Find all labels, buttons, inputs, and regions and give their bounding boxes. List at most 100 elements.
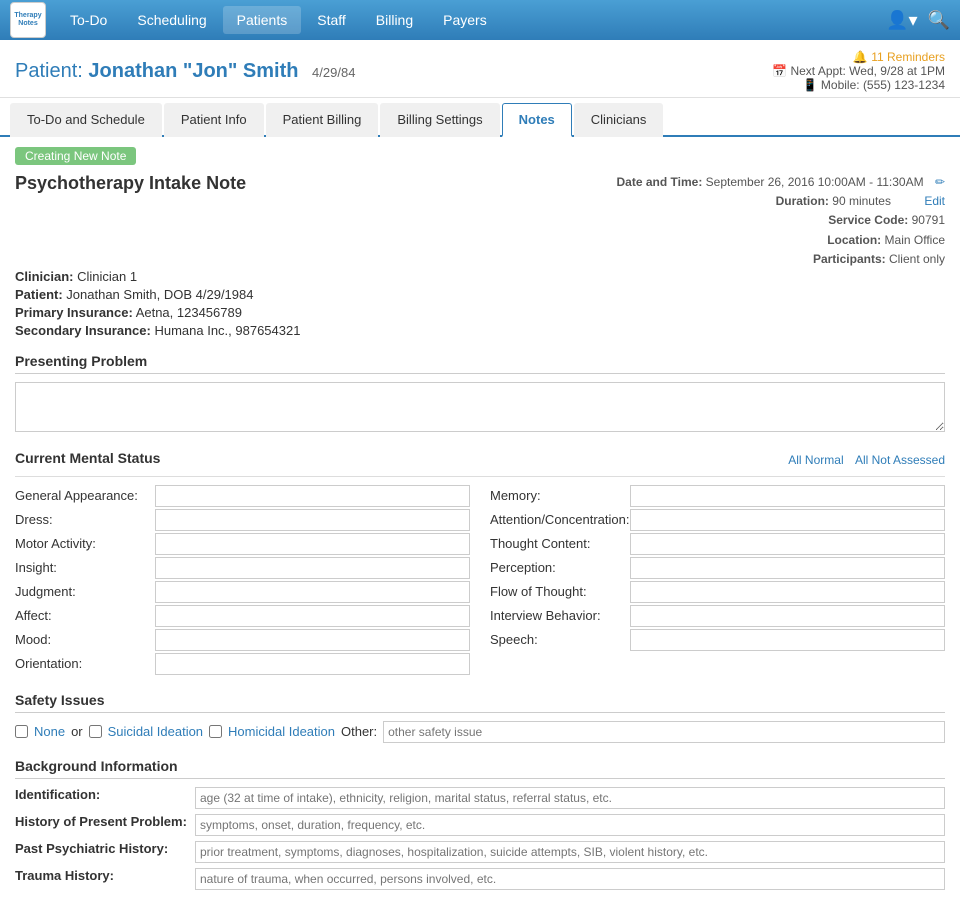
none-label[interactable]: None [34,724,65,739]
main-content: Creating New Note Psychotherapy Intake N… [0,137,960,905]
bg-trauma-input[interactable] [195,868,945,890]
ms-input-speech[interactable] [630,629,945,651]
location-label: Location: [827,233,881,247]
bg-identification-input[interactable] [195,787,945,809]
ms-label-dress: Dress: [15,512,155,527]
top-nav: TherapyNotes To-Do Scheduling Patients S… [0,0,960,40]
ms-row-memory: Memory: [490,485,945,507]
service-label: Service Code: [828,213,908,227]
tab-patient-info[interactable]: Patient Info [164,103,264,137]
bg-history-input[interactable] [195,814,945,836]
bg-psychiatric-label: Past Psychiatric History: [15,841,195,856]
tab-notes[interactable]: Notes [502,103,572,137]
calendar-icon: 📅 [772,64,787,78]
ms-input-mood[interactable] [155,629,470,651]
all-not-assessed-link[interactable]: All Not Assessed [855,453,945,467]
ms-input-insight[interactable] [155,557,470,579]
date-label: Date and Time: [617,175,703,189]
presenting-problem-input[interactable] [15,382,945,432]
homicidal-checkbox[interactable] [209,725,222,738]
ms-row-affect: Affect: [15,605,470,627]
ms-input-motor[interactable] [155,533,470,555]
nav-todo[interactable]: To-Do [56,6,121,34]
ms-label-judgment: Judgment: [15,584,155,599]
ms-input-attention[interactable] [630,509,945,531]
ms-input-flow[interactable] [630,581,945,603]
none-checkbox[interactable] [15,725,28,738]
nav-billing[interactable]: Billing [362,6,427,34]
ms-input-appearance[interactable] [155,485,470,507]
nav-payers[interactable]: Payers [429,6,501,34]
bell-icon: 🔔 [853,50,868,64]
safety-other-input[interactable] [383,721,945,743]
next-appt: 📅 Next Appt: Wed, 9/28 at 1PM [772,64,945,78]
tab-clinicians[interactable]: Clinicians [574,103,664,137]
mental-status-title: Current Mental Status [15,450,160,470]
bg-history-row: History of Present Problem: [15,814,945,836]
bg-history-label: History of Present Problem: [15,814,195,829]
ms-input-memory[interactable] [630,485,945,507]
ms-input-affect[interactable] [155,605,470,627]
ms-label-affect: Affect: [15,608,155,623]
safety-issues-title: Safety Issues [15,692,945,713]
location-value: Main Office [885,233,945,247]
patient-dob: 4/29/84 [312,65,355,80]
tab-patient-billing[interactable]: Patient Billing [266,103,379,137]
all-normal-link[interactable]: All Normal [788,453,843,467]
ms-label-insight: Insight: [15,560,155,575]
bg-identification-row: Identification: [15,787,945,809]
background-info-title: Background Information [15,758,945,779]
ms-label-interview: Interview Behavior: [490,608,630,623]
homicidal-label[interactable]: Homicidal Ideation [228,724,335,739]
nav-patients[interactable]: Patients [223,6,302,34]
date-value: September 26, 2016 10:00AM - 11:30AM [706,175,924,189]
mental-status-header: Current Mental Status All Normal All Not… [15,450,945,470]
ms-row-thought: Thought Content: [490,533,945,555]
ms-input-thought[interactable] [630,533,945,555]
app-logo: TherapyNotes [10,2,46,38]
ms-right-col: Memory: Attention/Concentration: Thought… [490,485,945,677]
nav-staff[interactable]: Staff [303,6,360,34]
ms-label-orientation: Orientation: [15,656,155,671]
bg-psychiatric-input[interactable] [195,841,945,863]
ms-input-perception[interactable] [630,557,945,579]
safety-issues-section: Safety Issues None or Suicidal Ideation … [15,692,945,743]
ms-input-dress[interactable] [155,509,470,531]
ms-row-attention: Attention/Concentration: [490,509,945,531]
suicidal-checkbox[interactable] [89,725,102,738]
edit-icon[interactable]: ✏ [935,175,945,189]
primary-insurance-row: Primary Insurance: Aetna, 123456789 [15,305,945,320]
tab-billing-settings[interactable]: Billing Settings [380,103,499,137]
search-button[interactable]: 🔍 [928,10,950,31]
background-info-section: Background Information Identification: H… [15,758,945,890]
nav-links: To-Do Scheduling Patients Staff Billing … [56,6,886,34]
reminders-text[interactable]: 🔔 11 Reminders [853,50,945,64]
ms-label-attention: Attention/Concentration: [490,512,630,527]
safety-row: None or Suicidal Ideation Homicidal Idea… [15,721,945,743]
ms-row-insight: Insight: [15,557,470,579]
ms-label-appearance: General Appearance: [15,488,155,503]
duration-value: 90 minutes [832,194,891,208]
patient-title: Patient: Jonathan "Jon" Smith 4/29/84 [15,60,355,83]
ms-label-perception: Perception: [490,560,630,575]
clinician-row: Clinician: Clinician 1 [15,269,945,284]
suicidal-label[interactable]: Suicidal Ideation [108,724,203,739]
or-text: or [71,724,83,739]
ms-input-judgment[interactable] [155,581,470,603]
other-label: Other: [341,724,377,739]
ms-input-interview[interactable] [630,605,945,627]
user-menu-button[interactable]: 👤▾ [886,10,917,31]
bg-trauma-row: Trauma History: [15,868,945,890]
ms-label-speech: Speech: [490,632,630,647]
nav-scheduling[interactable]: Scheduling [123,6,220,34]
creating-badge: Creating New Note [15,147,136,165]
ms-row-perception: Perception: [490,557,945,579]
ms-input-orientation[interactable] [155,653,470,675]
bg-psychiatric-row: Past Psychiatric History: [15,841,945,863]
patient-label: Patient: [15,60,83,82]
edit-link[interactable]: Edit [924,194,945,208]
participants-label: Participants: [813,252,886,266]
ms-row-judgment: Judgment: [15,581,470,603]
tab-todo[interactable]: To-Do and Schedule [10,103,162,137]
nav-right: 👤▾ 🔍 [886,10,950,31]
